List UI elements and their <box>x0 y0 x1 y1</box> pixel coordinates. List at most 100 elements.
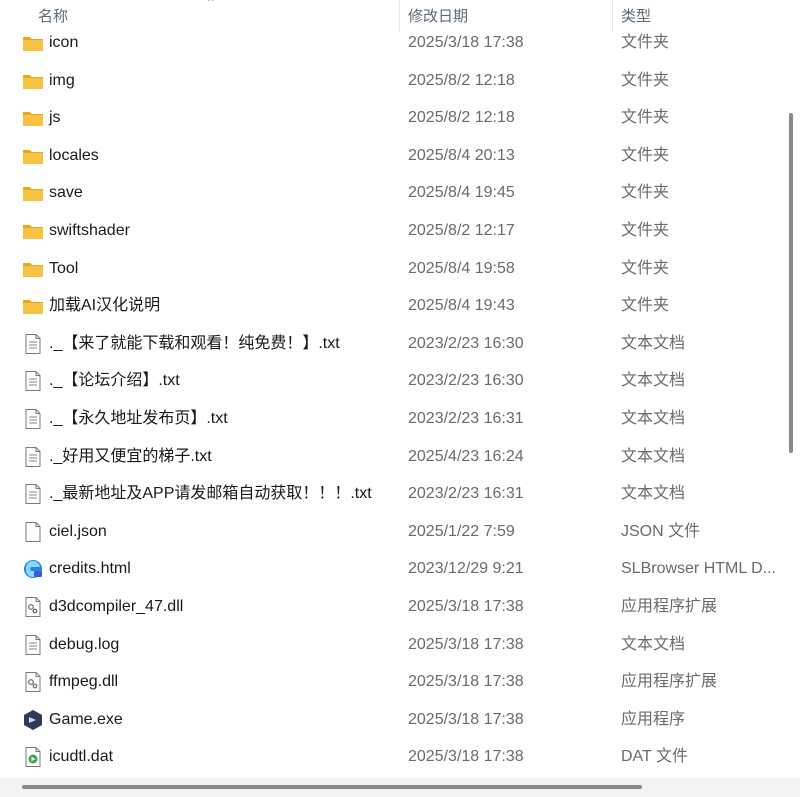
file-date: 2025/8/4 19:58 <box>408 259 515 277</box>
blank-file-icon <box>22 521 44 543</box>
vertical-scrollbar-thumb[interactable] <box>789 113 793 453</box>
file-date: 2025/8/4 19:45 <box>408 184 515 202</box>
file-type: SLBrowser HTML D... <box>621 560 776 578</box>
text-document-icon <box>22 333 44 355</box>
file-row[interactable]: ._【来了就能下载和观看！纯免费！】.txt 2023/2/23 16:30 文本文… <box>0 325 780 363</box>
file-date: 2025/8/4 19:43 <box>408 297 515 315</box>
file-row[interactable]: debug.log 2025/3/18 17:38 文本文档 <box>0 626 780 664</box>
file-type: 应用程序扩展 <box>621 673 718 691</box>
file-row[interactable]: ._好用又便宜的梯子.txt 2025/4/23 16:24 文本文档 <box>0 438 780 476</box>
file-date: 2025/4/23 16:24 <box>408 447 524 465</box>
file-list: icon 2025/3/18 17:38 文件夹 img 2025/8/2 12:18 文… <box>0 24 780 776</box>
file-date: 2025/8/4 20:13 <box>408 146 515 164</box>
file-row[interactable]: ciel.json 2025/1/22 7:59 JSON 文件 <box>0 513 780 551</box>
file-date: 2023/2/23 16:30 <box>408 372 524 390</box>
file-row[interactable]: Tool 2025/8/4 19:58 文件夹 <box>0 250 780 288</box>
file-row[interactable]: credits.html 2023/12/29 9:21 SLBrowser HTM… <box>0 550 780 588</box>
file-row[interactable]: 加载AI汉化说明 2025/8/4 19:43 文件夹 <box>0 287 780 325</box>
file-row[interactable]: icon 2025/3/18 17:38 文件夹 <box>0 24 780 62</box>
file-type: 文件夹 <box>621 146 670 164</box>
file-type: 文本文档 <box>621 409 686 427</box>
file-name: js <box>49 109 61 127</box>
media-file-icon <box>22 746 44 768</box>
file-row[interactable]: locales 2025/8/4 20:13 文件夹 <box>0 137 780 175</box>
file-type: 文本文档 <box>621 334 686 352</box>
text-document-icon <box>22 446 44 468</box>
file-date: 2023/2/23 16:30 <box>408 334 524 352</box>
file-name: icon <box>49 34 79 51</box>
file-name: ._好用又便宜的梯子.txt <box>49 447 212 465</box>
file-type: 文件夹 <box>621 109 670 127</box>
file-date: 2025/8/2 12:18 <box>408 71 515 89</box>
file-type: 文件夹 <box>621 184 670 202</box>
file-name: ciel.json <box>49 522 107 540</box>
file-name: save <box>49 184 83 202</box>
file-date: 2025/3/18 17:38 <box>408 673 524 691</box>
file-row[interactable]: d3dcompiler_47.dll 2025/3/18 17:38 应用程序扩展 <box>0 588 780 626</box>
file-date: 2025/3/18 17:38 <box>408 635 524 653</box>
file-type: 文件夹 <box>621 259 670 277</box>
text-document-icon <box>22 634 44 656</box>
file-date: 2025/1/22 7:59 <box>408 522 515 540</box>
file-date: 2025/8/2 12:18 <box>408 109 515 127</box>
file-name: locales <box>49 146 99 164</box>
file-date: 2023/2/23 16:31 <box>408 409 524 427</box>
file-row[interactable]: ffmpeg.dll 2025/3/18 17:38 应用程序扩展 <box>0 663 780 701</box>
folder-icon <box>22 182 44 204</box>
file-row[interactable]: icudtl.dat 2025/3/18 17:38 DAT 文件 <box>0 738 780 776</box>
folder-icon <box>22 258 44 280</box>
text-document-icon <box>22 408 44 430</box>
file-date: 2023/2/23 16:31 <box>408 485 524 503</box>
sort-up-icon: ^ <box>208 0 214 8</box>
file-name: Game.exe <box>49 710 123 728</box>
file-row[interactable]: js 2025/8/2 12:18 文件夹 <box>0 99 780 137</box>
file-row[interactable]: swiftshader 2025/8/2 12:17 文件夹 <box>0 212 780 250</box>
game-exe-icon <box>22 709 44 731</box>
file-name: ffmpeg.dll <box>49 673 119 691</box>
text-document-icon <box>22 370 44 392</box>
dll-extension-icon <box>22 671 44 693</box>
file-date: 2025/3/18 17:38 <box>408 710 524 728</box>
file-row[interactable]: ._最新地址及APP请发邮箱自动获取！！！.txt 2023/2/23 16:31… <box>0 475 780 513</box>
file-type: 文件夹 <box>621 71 670 89</box>
file-type: 文本文档 <box>621 372 686 390</box>
file-name: ._【论坛介绍】.txt <box>49 372 180 390</box>
file-type: 文件夹 <box>621 221 670 239</box>
file-type: 应用程序 <box>621 710 686 728</box>
file-date: 2025/3/18 17:38 <box>408 748 524 766</box>
file-type: DAT 文件 <box>621 748 688 766</box>
file-name: 加载AI汉化说明 <box>49 297 161 315</box>
file-type: JSON 文件 <box>621 522 701 540</box>
file-type: 文件夹 <box>621 297 670 315</box>
file-date: 2025/3/18 17:38 <box>408 34 524 51</box>
file-name: ._【永久地址发布页】.txt <box>49 409 228 427</box>
file-date: 2023/12/29 9:21 <box>408 560 524 578</box>
folder-icon <box>22 295 44 317</box>
dll-extension-icon <box>22 596 44 618</box>
file-name: debug.log <box>49 635 120 653</box>
file-date: 2025/8/2 12:17 <box>408 221 515 239</box>
folder-icon <box>22 32 44 54</box>
text-document-icon <box>22 483 44 505</box>
file-type: 文本文档 <box>621 485 686 503</box>
file-name: icudtl.dat <box>49 748 114 766</box>
file-row[interactable]: save 2025/8/4 19:45 文件夹 <box>0 174 780 212</box>
file-row[interactable]: Game.exe 2025/3/18 17:38 应用程序 <box>0 701 780 739</box>
folder-icon <box>22 145 44 167</box>
file-type: 文本文档 <box>621 447 686 465</box>
file-row[interactable]: ._【论坛介绍】.txt 2023/2/23 16:30 文本文档 <box>0 362 780 400</box>
folder-icon <box>22 70 44 92</box>
file-row[interactable]: img 2025/8/2 12:18 文件夹 <box>0 62 780 100</box>
file-name: Tool <box>49 259 79 277</box>
file-name: swiftshader <box>49 221 130 239</box>
file-type: 文本文档 <box>621 635 686 653</box>
file-name: ._最新地址及APP请发邮箱自动获取！！！.txt <box>49 485 372 503</box>
file-name: credits.html <box>49 560 131 578</box>
file-row[interactable]: ._【永久地址发布页】.txt 2023/2/23 16:31 文本文档 <box>0 400 780 438</box>
file-name: d3dcompiler_47.dll <box>49 597 184 615</box>
file-type: 文件夹 <box>621 34 670 51</box>
file-type: 应用程序扩展 <box>621 597 718 615</box>
folder-icon <box>22 220 44 242</box>
file-name: ._【来了就能下载和观看！纯免费！】.txt <box>49 334 340 352</box>
horizontal-scrollbar-thumb[interactable] <box>22 785 642 789</box>
